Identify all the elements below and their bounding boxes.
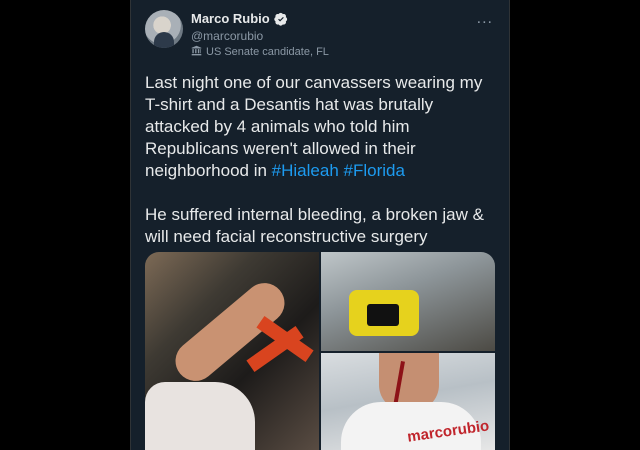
user-handle[interactable]: @marcorubio: [191, 29, 263, 43]
tweet-paragraph-1: Last night one of our canvassers wearing…: [145, 72, 500, 182]
display-name[interactable]: Marco Rubio: [191, 11, 288, 26]
photo-stretcher[interactable]: [321, 252, 495, 351]
avatar[interactable]: [145, 10, 183, 48]
tweet-card[interactable]: Marco Rubio @marcorubio US Senate candid…: [130, 0, 510, 450]
more-options-icon[interactable]: ...: [477, 10, 493, 28]
account-label-text: US Senate candidate, FL: [206, 46, 329, 58]
photo-arm-bandage[interactable]: [145, 252, 319, 450]
display-name-text[interactable]: Marco Rubio: [191, 11, 270, 26]
tweet-text: Last night one of our canvassers wearing…: [145, 72, 500, 270]
hashtag-hialeah[interactable]: #Hialeah: [272, 161, 339, 180]
photo-shirt-shape: [145, 382, 255, 450]
photo-injured-face[interactable]: marcorubio: [321, 353, 495, 450]
account-label[interactable]: US Senate candidate, FL: [191, 45, 329, 59]
hashtag-florida[interactable]: #Florida: [344, 161, 405, 180]
tweet-media-grid[interactable]: marcorubio: [145, 252, 495, 450]
verified-badge-icon: [274, 12, 288, 26]
government-building-icon: [191, 45, 202, 59]
photo-stretcher-panel-shape: [367, 304, 399, 326]
tweet-paragraph-2: He suffered internal bleeding, a broken …: [145, 205, 484, 246]
